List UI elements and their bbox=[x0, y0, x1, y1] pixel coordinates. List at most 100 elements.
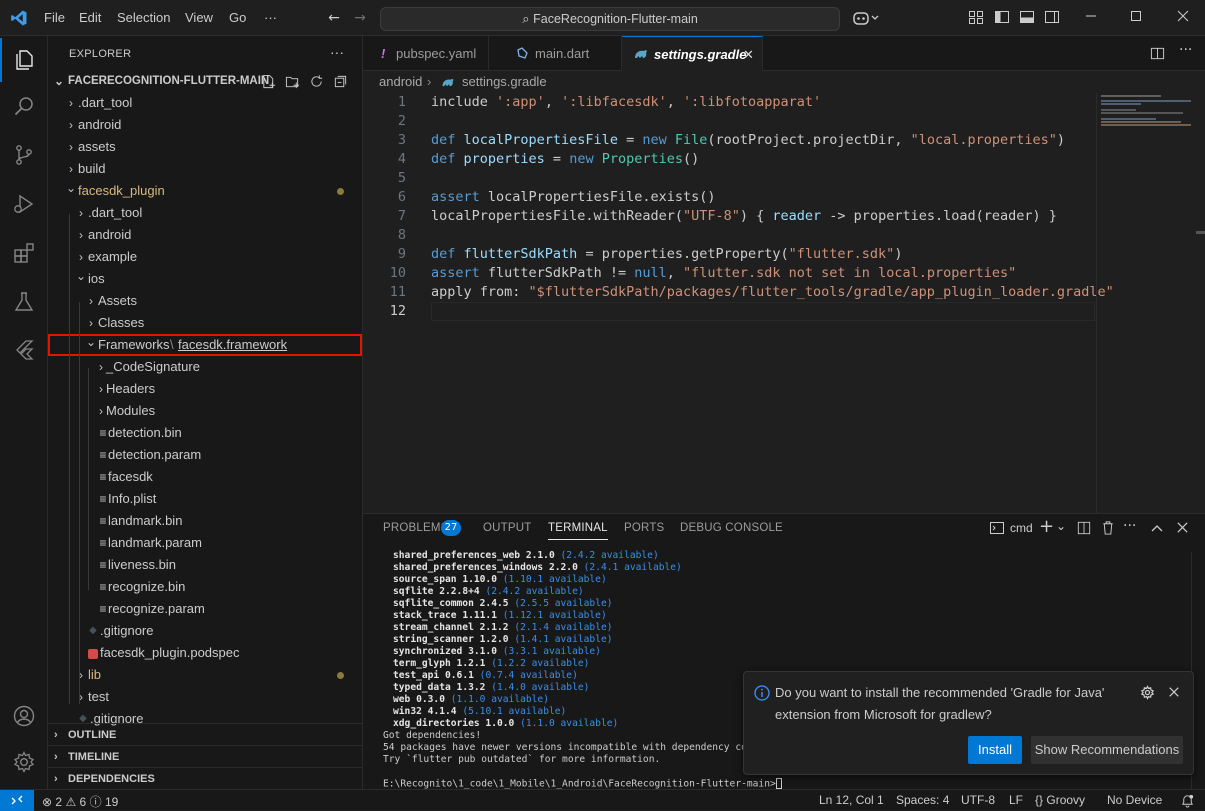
tree-folder[interactable]: › test bbox=[48, 686, 362, 708]
collapse-all-icon[interactable] bbox=[333, 74, 348, 89]
language-mode[interactable]: {} Groovy bbox=[1035, 793, 1085, 807]
more-menu-icon[interactable]: ··· bbox=[264, 10, 277, 25]
copilot-icon[interactable] bbox=[852, 9, 880, 27]
chevron-down-icon[interactable]: ⌄ bbox=[1056, 519, 1066, 533]
new-file-icon[interactable] bbox=[261, 74, 276, 89]
new-folder-icon[interactable] bbox=[285, 74, 300, 89]
tree-folder[interactable]: ⌄ Frameworks \ facesdk.framework bbox=[48, 334, 362, 356]
problems-status[interactable]: ⊗ 2 ⚠ 6 ⓘ 19 bbox=[42, 793, 118, 810]
tree-file[interactable]: ≡ recognize.param bbox=[48, 598, 362, 620]
error-count: 2 bbox=[55, 795, 63, 809]
terminal-shell-name[interactable]: cmd bbox=[1010, 521, 1033, 535]
menu-file[interactable]: File bbox=[44, 10, 65, 25]
outline-section[interactable]: › OUTLINE bbox=[48, 723, 362, 745]
extensions-icon[interactable] bbox=[0, 231, 48, 275]
tree-folder[interactable]: › assets bbox=[48, 136, 362, 158]
tree-folder[interactable]: ⌄ facesdk_plugin bbox=[48, 180, 362, 202]
breadcrumb-file[interactable]: settings.gradle bbox=[462, 71, 547, 93]
remote-indicator[interactable] bbox=[0, 790, 34, 811]
notifications-bell-icon[interactable] bbox=[1180, 793, 1195, 808]
back-arrow-icon[interactable]: ← bbox=[325, 9, 343, 27]
tree-folder[interactable]: › android bbox=[48, 224, 362, 246]
install-button[interactable]: Install bbox=[968, 736, 1022, 764]
tree-folder[interactable]: › lib bbox=[48, 664, 362, 686]
tree-folder[interactable]: › _CodeSignature bbox=[48, 356, 362, 378]
run-debug-icon[interactable] bbox=[0, 182, 48, 226]
source-control-icon[interactable] bbox=[0, 133, 48, 177]
maximize-panel-icon[interactable] bbox=[1150, 522, 1164, 534]
tab-problems[interactable]: PROBLEMS bbox=[383, 522, 449, 534]
tree-folder[interactable]: › Modules bbox=[48, 400, 362, 422]
tree-folder[interactable]: › android bbox=[48, 114, 362, 136]
new-terminal-icon[interactable]: + bbox=[1039, 516, 1054, 537]
tab-settings-gradle[interactable]: settings.gradle ✕ bbox=[622, 36, 763, 71]
code-editor[interactable]: 1 2 3 4 5 6 7 8 9 10 11 12 include ':app', ':libfac… bbox=[363, 93, 1205, 513]
cursor-position[interactable]: Ln 12, Col 1 bbox=[819, 793, 884, 807]
panel-more-icon[interactable]: ··· bbox=[1123, 518, 1136, 534]
tree-file[interactable]: ≡ facesdk bbox=[48, 466, 362, 488]
tree-folder[interactable]: › Assets bbox=[48, 290, 362, 312]
tree-file[interactable]: ≡ detection.bin bbox=[48, 422, 362, 444]
maximize-icon[interactable] bbox=[1127, 9, 1145, 27]
close-panel-icon[interactable] bbox=[1176, 521, 1189, 534]
tab-terminal[interactable]: TERMINAL bbox=[548, 522, 608, 540]
minimap[interactable] bbox=[1096, 93, 1196, 513]
forward-arrow-icon[interactable]: → bbox=[351, 9, 369, 27]
toggle-primary-sidebar-icon[interactable] bbox=[993, 9, 1011, 27]
close-window-icon[interactable] bbox=[1174, 9, 1192, 27]
tree-folder[interactable]: ⌄ ios bbox=[48, 268, 362, 290]
editor-more-actions-icon[interactable]: ··· bbox=[1179, 42, 1192, 58]
flutter-icon[interactable] bbox=[0, 328, 48, 372]
account-icon[interactable] bbox=[0, 694, 48, 738]
timeline-section[interactable]: › TIMELINE bbox=[48, 745, 362, 767]
refresh-icon[interactable] bbox=[309, 74, 324, 89]
menu-selection[interactable]: Selection bbox=[117, 10, 170, 25]
dependencies-section[interactable]: › DEPENDENCIES bbox=[48, 767, 362, 789]
tree-folder[interactable]: › build bbox=[48, 158, 362, 180]
close-notification-icon[interactable] bbox=[1168, 686, 1180, 698]
customize-layout-icon[interactable] bbox=[967, 9, 985, 27]
tree-file[interactable]: facesdk_plugin.podspec bbox=[48, 642, 362, 664]
split-terminal-icon[interactable] bbox=[1077, 521, 1091, 535]
trash-icon[interactable] bbox=[1101, 520, 1115, 535]
menu-go[interactable]: Go bbox=[229, 10, 246, 25]
split-editor-icon[interactable] bbox=[1150, 46, 1165, 61]
tree-folder[interactable]: › .dart_tool bbox=[48, 92, 362, 114]
tab-output[interactable]: OUTPUT bbox=[483, 522, 531, 534]
menu-view[interactable]: View bbox=[185, 10, 213, 25]
menu-edit[interactable]: Edit bbox=[79, 10, 101, 25]
settings-gear-icon[interactable] bbox=[0, 740, 48, 784]
tree-file[interactable]: ≡ landmark.bin bbox=[48, 510, 362, 532]
tree-folder[interactable]: › Headers bbox=[48, 378, 362, 400]
tree-file[interactable]: ≡ Info.plist bbox=[48, 488, 362, 510]
explorer-icon[interactable] bbox=[0, 38, 48, 82]
end-of-line[interactable]: LF bbox=[1009, 793, 1023, 807]
tree-folder[interactable]: › example bbox=[48, 246, 362, 268]
encoding[interactable]: UTF-8 bbox=[961, 793, 995, 807]
tree-folder[interactable]: › .dart_tool bbox=[48, 202, 362, 224]
terminal-package-line: source_span 1.10.0 (1.10.1 available) bbox=[393, 574, 607, 585]
tree-file[interactable]: ≡ detection.param bbox=[48, 444, 362, 466]
indentation[interactable]: Spaces: 4 bbox=[896, 793, 949, 807]
testing-icon[interactable] bbox=[0, 280, 48, 324]
tab-debug-console[interactable]: DEBUG CONSOLE bbox=[680, 522, 783, 534]
tab-pubspec-yaml[interactable]: ! pubspec.yaml bbox=[363, 36, 489, 71]
tab-ports[interactable]: PORTS bbox=[624, 522, 664, 534]
minimize-icon[interactable] bbox=[1082, 9, 1100, 27]
tree-file[interactable]: ≡ liveness.bin bbox=[48, 554, 362, 576]
tab-main-dart[interactable]: main.dart bbox=[489, 36, 622, 71]
toggle-secondary-sidebar-icon[interactable] bbox=[1043, 9, 1061, 27]
search-view-icon[interactable] bbox=[0, 84, 48, 128]
views-more-actions-icon[interactable]: ··· bbox=[330, 44, 344, 60]
terminal-package-line: test_api 0.6.1 (0.7.4 available) bbox=[393, 670, 578, 681]
command-center-search[interactable]: ⌕ FaceRecognition-Flutter-main bbox=[380, 7, 840, 31]
show-recommendations-button[interactable]: Show Recommendations bbox=[1031, 736, 1183, 764]
tree-file[interactable]: ≡ landmark.param bbox=[48, 532, 362, 554]
notification-settings-gear-icon[interactable] bbox=[1140, 685, 1155, 700]
toggle-panel-icon[interactable] bbox=[1018, 9, 1036, 27]
tree-file[interactable]: ◆ .gitignore bbox=[48, 620, 362, 642]
close-tab-icon[interactable]: ✕ bbox=[743, 37, 754, 72]
flutter-device[interactable]: No Device bbox=[1107, 793, 1162, 807]
breadcrumb-folder[interactable]: android bbox=[379, 71, 422, 93]
tree-file[interactable]: ≡ recognize.bin bbox=[48, 576, 362, 598]
